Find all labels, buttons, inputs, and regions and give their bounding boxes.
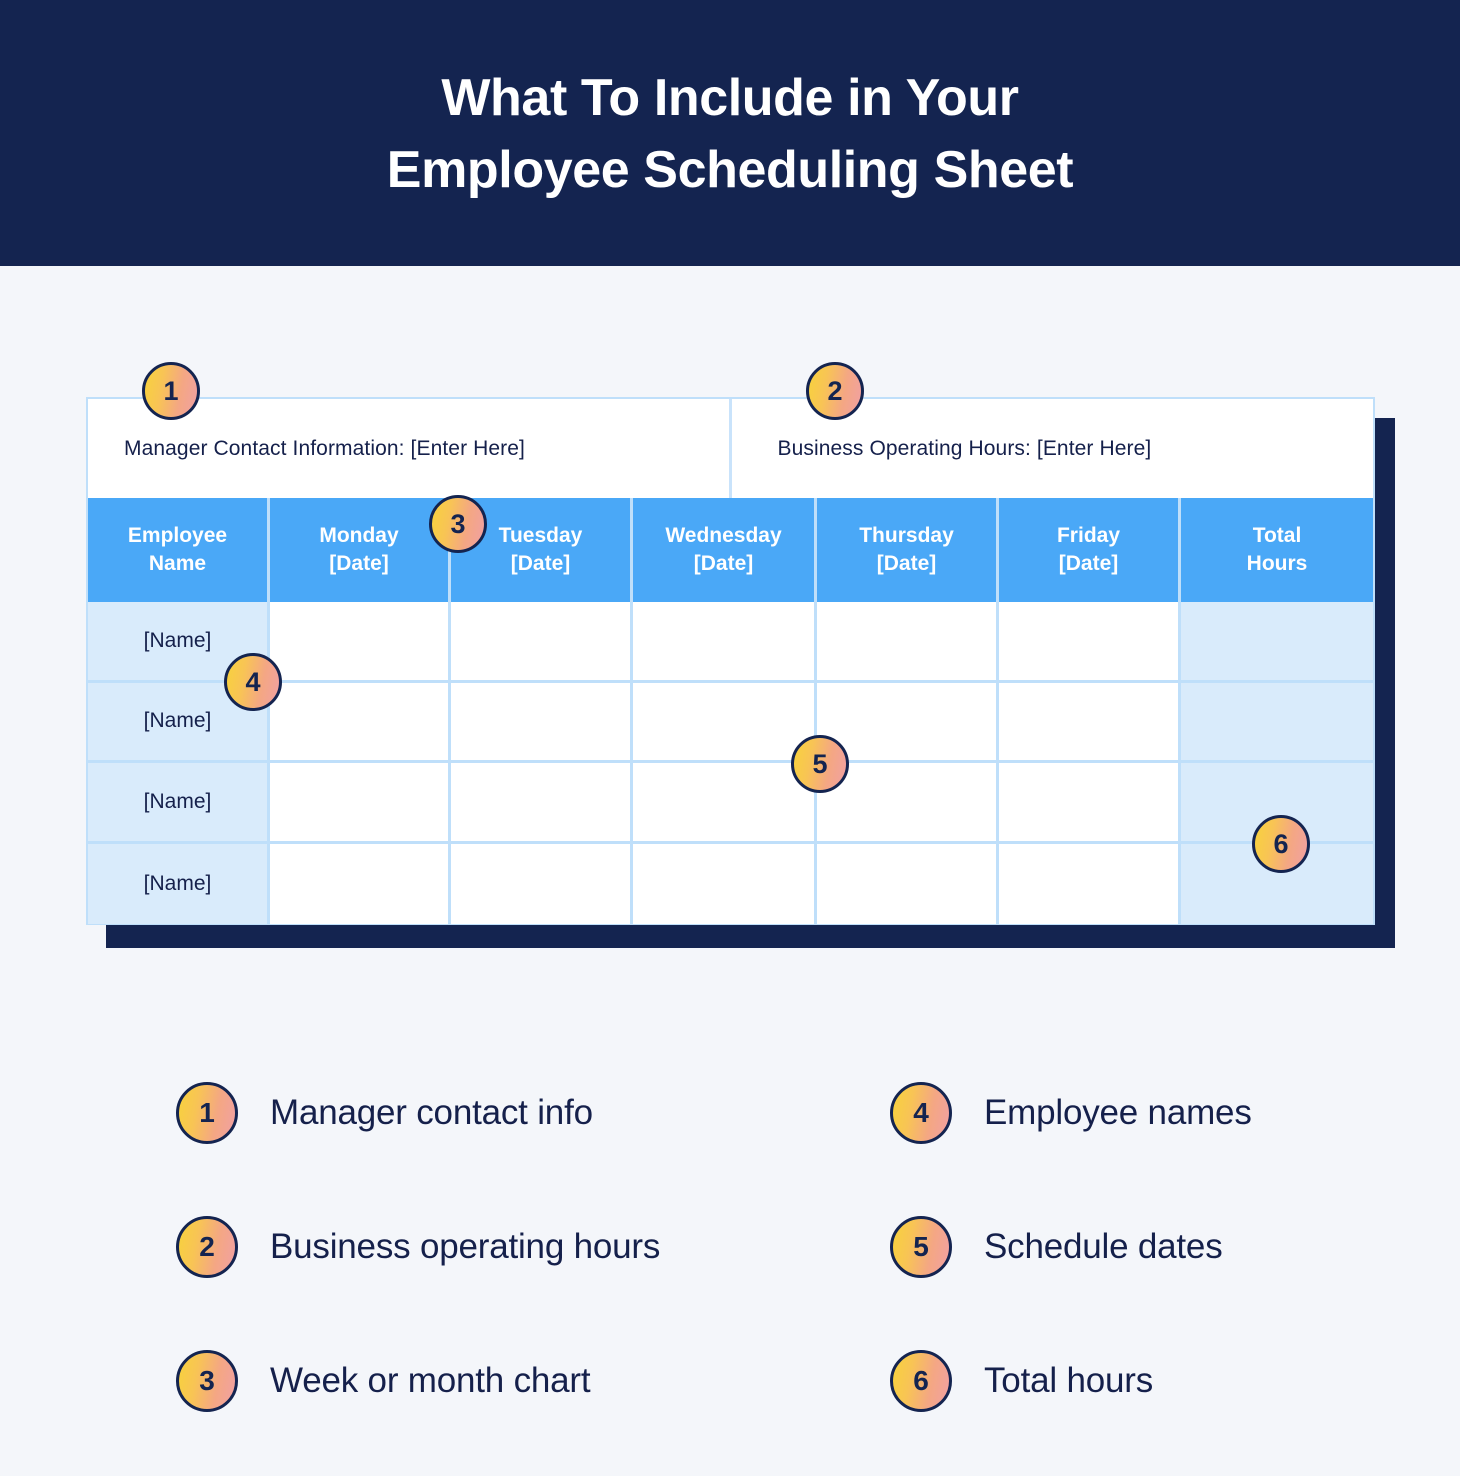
shift-cell-tuesday[interactable] <box>451 602 633 680</box>
legend: 1 Manager contact info 2 Business operat… <box>0 1046 1460 1446</box>
shift-cell-tuesday[interactable] <box>451 843 633 924</box>
legend-badge-5: 5 <box>890 1216 952 1278</box>
legend-item: 6 Total hours <box>890 1314 1460 1448</box>
legend-item: 1 Manager contact info <box>176 1046 816 1180</box>
column-header-line-2: [Date] <box>329 552 389 575</box>
scheduling-sheet-table: Manager Contact Information: [Enter Here… <box>86 397 1375 925</box>
shift-cell-monday[interactable] <box>270 763 451 841</box>
column-header-line-1: Total <box>1252 524 1302 547</box>
column-header-line-1: Friday <box>1056 524 1121 547</box>
shift-cell-wednesday[interactable] <box>633 602 817 680</box>
employee-name-text: [Name] <box>143 628 212 652</box>
column-header-total-hours: Total Hours <box>1181 498 1373 602</box>
column-header-line-2: [Date] <box>693 552 754 575</box>
legend-badge-4: 4 <box>890 1082 952 1144</box>
table-body: [Name] [Name] [Name] [Name] <box>88 602 1373 924</box>
callout-badge-2: 2 <box>806 362 864 420</box>
column-header-thursday: Thursday [Date] <box>817 498 999 602</box>
employee-name-text: [Name] <box>143 871 212 895</box>
sheet-info-row: Manager Contact Information: [Enter Here… <box>88 399 1373 498</box>
column-header-line-1: Wednesday <box>665 524 782 547</box>
legend-item: 4 Employee names <box>890 1046 1460 1180</box>
employee-name-cell[interactable]: [Name] <box>88 843 270 924</box>
shift-cell-friday[interactable] <box>999 843 1181 924</box>
table-row: [Name] <box>88 763 1373 844</box>
shift-cell-monday[interactable] <box>270 843 451 924</box>
shift-cell-thursday[interactable] <box>817 602 999 680</box>
column-header-line-2: [Date] <box>1058 552 1119 575</box>
column-header-line-2: [Date] <box>510 552 571 575</box>
shift-cell-friday[interactable] <box>999 602 1181 680</box>
table-row: [Name] <box>88 843 1373 924</box>
column-header-monday: Monday [Date] <box>270 498 451 602</box>
legend-label: Total hours <box>984 1361 1154 1400</box>
legend-item: 3 Week or month chart <box>176 1314 816 1448</box>
callout-badge-3: 3 <box>429 495 487 553</box>
shift-cell-friday[interactable] <box>999 763 1181 841</box>
shift-cell-wednesday[interactable] <box>633 843 817 924</box>
callout-badge-1: 1 <box>142 362 200 420</box>
legend-column-right: 4 Employee names 5 Schedule dates 6 Tota… <box>890 1046 1460 1448</box>
employee-name-text: [Name] <box>143 709 212 733</box>
table-row: [Name] <box>88 682 1373 763</box>
shift-cell-thursday[interactable] <box>817 843 999 924</box>
page-title: What To Include in Your Employee Schedul… <box>0 62 1460 206</box>
manager-contact-text: Manager Contact Information: [Enter Here… <box>124 436 525 460</box>
header-banner: What To Include in Your Employee Schedul… <box>0 0 1460 266</box>
column-header-line-2: Hours <box>1246 552 1308 575</box>
column-header-line-1: Employee <box>127 524 228 547</box>
employee-name-text: [Name] <box>143 789 212 813</box>
shift-cell-tuesday[interactable] <box>451 682 633 760</box>
column-header-friday: Friday [Date] <box>999 498 1181 602</box>
employee-name-cell[interactable]: [Name] <box>88 763 270 841</box>
legend-badge-6: 6 <box>890 1350 952 1412</box>
column-header-line-2: [Date] <box>876 552 937 575</box>
callout-badge-5: 5 <box>791 735 849 793</box>
legend-label: Schedule dates <box>984 1227 1223 1266</box>
column-header-line-2: Name <box>148 552 207 575</box>
business-hours-text: Business Operating Hours: [Enter Here] <box>777 436 1152 460</box>
column-header-employee-name: Employee Name <box>88 498 270 602</box>
legend-badge-1: 1 <box>176 1082 238 1144</box>
shift-cell-monday[interactable] <box>270 602 451 680</box>
legend-label: Employee names <box>984 1093 1252 1132</box>
legend-label: Business operating hours <box>270 1227 661 1266</box>
shift-cell-tuesday[interactable] <box>451 763 633 841</box>
callout-badge-4: 4 <box>224 653 282 711</box>
shift-cell-wednesday[interactable] <box>633 763 817 841</box>
table-row: [Name] <box>88 602 1373 683</box>
callout-badge-6: 6 <box>1252 815 1310 873</box>
column-header-wednesday: Wednesday [Date] <box>633 498 817 602</box>
legend-badge-2: 2 <box>176 1216 238 1278</box>
table-header-row: Employee Name Monday [Date] Tuesday [Dat… <box>88 498 1373 602</box>
column-header-line-1: Thursday <box>859 524 954 547</box>
legend-label: Week or month chart <box>270 1361 591 1400</box>
column-header-line-1: Tuesday <box>498 524 583 547</box>
total-hours-cell[interactable] <box>1181 682 1373 760</box>
shift-cell-monday[interactable] <box>270 682 451 760</box>
legend-badge-3: 3 <box>176 1350 238 1412</box>
shift-cell-friday[interactable] <box>999 682 1181 760</box>
legend-item: 5 Schedule dates <box>890 1180 1460 1314</box>
legend-label: Manager contact info <box>270 1093 593 1132</box>
shift-cell-wednesday[interactable] <box>633 682 817 760</box>
page-title-line-2: Employee Scheduling Sheet <box>386 141 1074 199</box>
legend-column-left: 1 Manager contact info 2 Business operat… <box>176 1046 816 1448</box>
column-header-line-1: Monday <box>319 524 399 547</box>
legend-item: 2 Business operating hours <box>176 1180 816 1314</box>
total-hours-cell[interactable] <box>1181 602 1373 680</box>
page-title-line-1: What To Include in Your <box>441 69 1019 127</box>
